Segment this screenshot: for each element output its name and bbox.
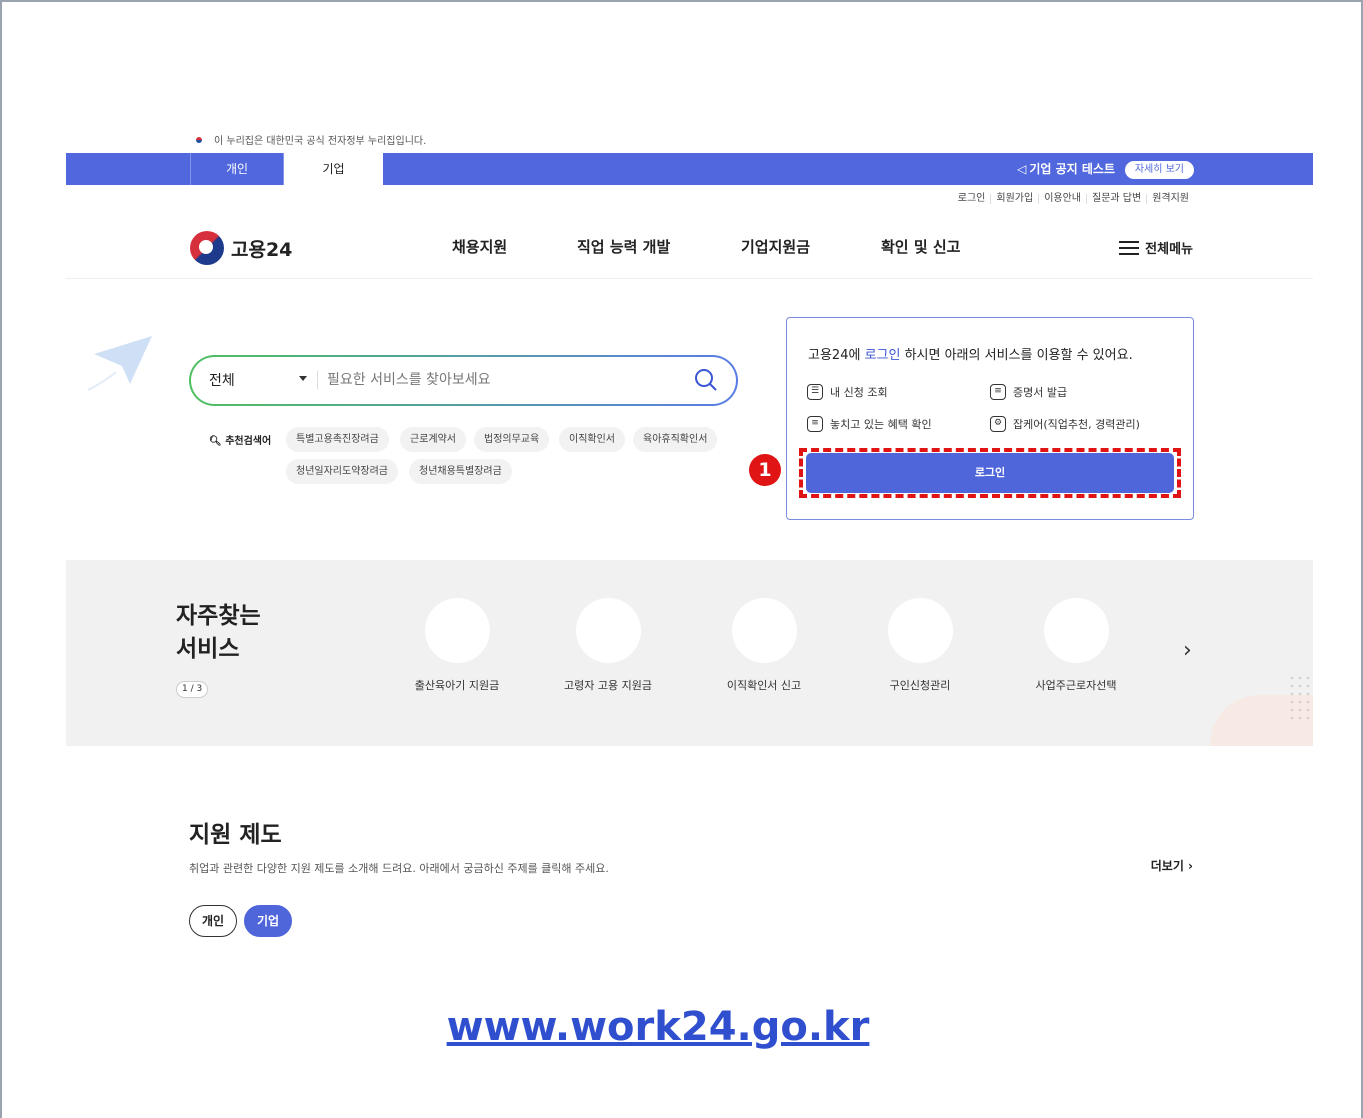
chevron-right-icon: › (1188, 859, 1193, 873)
util-guide-link[interactable]: 이용안내 (1038, 194, 1086, 204)
gov-banner: 이 누리집은 대한민국 공식 전자정부 누리집입니다. (192, 132, 426, 147)
tab-business[interactable]: 기업 (284, 153, 383, 185)
taegukgi-icon (192, 135, 206, 145)
logo-emblem-icon (190, 231, 224, 265)
site-logo[interactable]: 고용24 (190, 231, 292, 265)
frequent-item[interactable]: 이직확인서 신고 (689, 598, 839, 693)
service-jobcare[interactable]: ⚙ 잡케어(직업추천, 경력관리) (990, 416, 1140, 432)
search-inner: 전체 (191, 357, 736, 404)
header-divider (66, 278, 1313, 279)
util-signup-link[interactable]: 회원가입 (990, 194, 1038, 204)
gov-notice-text: 이 누리집은 대한민국 공식 전자정부 누리집입니다. (214, 136, 427, 147)
top-bar: 개인 기업 ◁ 기업 공지 테스트 자세히 보기 (66, 153, 1313, 185)
more-link[interactable]: 더보기 › (1151, 857, 1193, 874)
frequent-item[interactable]: 출산육아기 지원금 (382, 598, 532, 693)
document-icon: ≡ (990, 384, 1006, 400)
support-title: 지원 제도 (189, 822, 282, 848)
search-input[interactable] (327, 365, 677, 395)
frequent-pager: 1 / 3 (176, 681, 209, 698)
keyword-chip[interactable]: 청년채용특별장려금 (409, 459, 512, 484)
service-circle-icon (887, 598, 953, 663)
util-qna-link[interactable]: 질문과 답변 (1086, 194, 1146, 204)
frequent-item[interactable]: 구인신청관리 (845, 598, 995, 693)
search-divider (317, 371, 318, 389)
decorative-dots (1288, 674, 1313, 724)
keyword-chip[interactable]: 법정의무교육 (474, 427, 550, 452)
util-login-link[interactable]: 로그인 (953, 194, 991, 204)
highlight-box (799, 448, 1181, 498)
site-url-link[interactable]: www.work24.go.kr (0, 1004, 1316, 1050)
gnb-report[interactable]: 확인 및 신고 (881, 236, 960, 257)
gnb-recruit[interactable]: 채용지원 (452, 236, 507, 257)
service-certificate[interactable]: ≡ 증명서 발급 (990, 384, 1067, 400)
filter-personal[interactable]: 개인 (189, 905, 238, 937)
jobcare-icon: ⚙ (990, 416, 1006, 432)
recommend-label: 🔍︎ 추천검색어 (209, 436, 272, 447)
notice-title[interactable]: ◁ 기업 공지 테스트 (1017, 153, 1115, 185)
service-circle-icon (575, 598, 641, 663)
search-icon[interactable] (694, 368, 718, 392)
gnb-training[interactable]: 직업 능력 개발 (577, 236, 670, 257)
login-inline-link[interactable]: 로그인 (865, 348, 901, 363)
notice-detail-button[interactable]: 자세히 보기 (1124, 161, 1194, 179)
keyword-chip[interactable]: 특별고용촉진장려금 (286, 427, 389, 452)
tab-personal[interactable]: 개인 (190, 153, 284, 185)
service-circle-icon (731, 598, 797, 663)
keyword-chip[interactable]: 육아휴직확인서 (633, 427, 718, 452)
frequent-item[interactable]: 사업주근로자선택 (1001, 598, 1151, 693)
caret-down-icon[interactable] (299, 376, 307, 381)
frequent-item[interactable]: 고령자 고용 지원금 (533, 598, 683, 693)
hamburger-icon (1119, 240, 1140, 255)
service-circle-icon (1043, 598, 1109, 663)
benefit-doc-icon: ≡ (807, 416, 823, 432)
support-description: 취업과 관련한 다양한 지원 제도를 소개해 드려요. 아래에서 궁금하신 주제… (189, 862, 609, 875)
login-panel-title: 고용24에 로그인 하시면 아래의 서비스를 이용할 수 있어요. (808, 348, 1133, 363)
keyword-chip[interactable]: 청년일자리도약장려금 (286, 459, 398, 484)
callout-number-badge: 1 (749, 454, 781, 486)
utility-links: 로그인 회원가입 이용안내 질문과 답변 원격지원 (953, 194, 1194, 204)
util-remote-link[interactable]: 원격지원 (1146, 194, 1194, 204)
filter-business[interactable]: 기업 (244, 905, 293, 937)
search-box: 전체 (189, 355, 738, 406)
paper-plane-icon (87, 336, 152, 391)
service-circle-icon (424, 598, 490, 663)
frequent-services: 자주찾는 서비스 1 / 3 출산육아기 지원금 고령자 고용 지원금 이직확인… (66, 560, 1313, 746)
search-small-icon: 🔍︎ (209, 436, 222, 447)
search-scope-select[interactable]: 전체 (209, 370, 235, 390)
service-benefits[interactable]: ≡ 놓치고 있는 혜택 확인 (807, 416, 932, 432)
logo-text: 고용24 (231, 238, 293, 261)
keyword-chip[interactable]: 근로계약서 (400, 427, 466, 452)
frequent-title: 자주찾는 서비스 (176, 603, 261, 662)
gnb-subsidy[interactable]: 기업지원금 (741, 236, 810, 257)
checklist-icon: ☰ (807, 384, 823, 400)
service-my-applications[interactable]: ☰ 내 신청 조회 (807, 384, 888, 400)
megaphone-icon: ◁ (1017, 162, 1027, 176)
screenshot-area: 이 누리집은 대한민국 공식 전자정부 누리집입니다. 개인 기업 ◁ 기업 공지… (66, 124, 1313, 950)
chevron-right-icon[interactable]: › (1183, 638, 1192, 663)
keyword-chip[interactable]: 이직확인서 (559, 427, 625, 452)
all-menu-button[interactable]: 전체메뉴 (1119, 238, 1193, 257)
